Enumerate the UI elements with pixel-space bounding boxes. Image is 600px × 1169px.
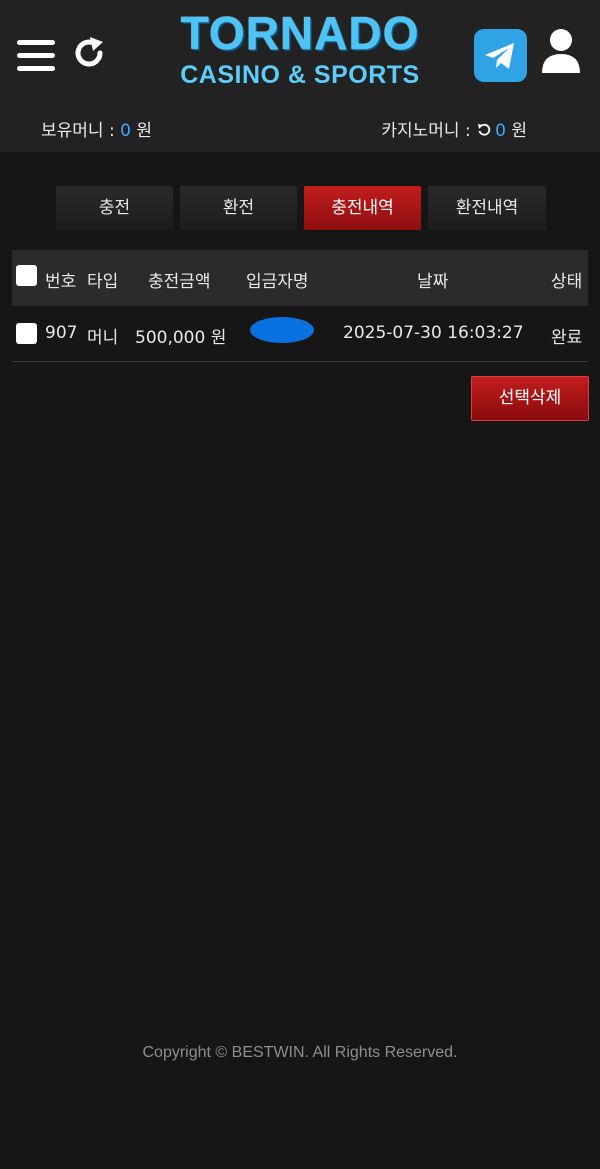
tab-withdraw[interactable]: 환전 (180, 186, 297, 230)
column-date: 날짜 (417, 272, 449, 292)
row-checkbox[interactable] (16, 323, 37, 344)
casino-money: 카지노머니 : 0 원 (381, 116, 527, 141)
row-type: 머니 (87, 328, 119, 348)
column-number: 번호 (45, 272, 77, 292)
column-status: 상태 (551, 272, 583, 292)
held-money-unit: 원 (136, 121, 152, 141)
top-bar: TORNADO CASINO & SPORTS 보유머니 : 0 원 카지노머니… (0, 0, 600, 152)
column-depositor: 입금자명 (246, 272, 309, 292)
row-amount: 500,000 원 (135, 328, 227, 348)
table-header: 번호 타입 충전금액 입금자명 날짜 상태 (12, 250, 588, 306)
row-number: 907 (45, 323, 78, 343)
telegram-icon[interactable] (474, 29, 527, 82)
held-money-value: 0 (120, 121, 131, 141)
held-money-label: 보유머니 : (41, 121, 115, 141)
balance-row: 보유머니 : 0 원 카지노머니 : 0 원 (0, 116, 600, 142)
footer-copyright: Copyright © BESTWIN. All Rights Reserved… (142, 1044, 458, 1061)
select-all-checkbox[interactable] (16, 265, 37, 286)
delete-selected-button[interactable]: 선택삭제 (471, 376, 589, 421)
column-type: 타입 (87, 272, 119, 292)
casino-money-value: 0 (495, 121, 506, 141)
hamburger-icon[interactable] (17, 40, 55, 74)
tab-deposit[interactable]: 충전 (56, 186, 173, 230)
tab-bar: 충전 환전 충전내역 환전내역 (56, 186, 546, 230)
column-amount: 충전금액 (148, 272, 211, 292)
tab-withdraw-history[interactable]: 환전내역 (428, 186, 546, 230)
refresh-icon[interactable] (70, 34, 108, 72)
held-money: 보유머니 : 0 원 (41, 116, 152, 141)
logo-subtitle: CASINO & SPORTS (180, 61, 420, 89)
site-logo[interactable]: TORNADO CASINO & SPORTS (150, 8, 450, 92)
user-icon[interactable] (540, 28, 582, 74)
redacted-depositor-name (250, 317, 314, 343)
logo-title: TORNADO (180, 7, 420, 59)
casino-money-label: 카지노머니 : (381, 121, 471, 141)
table-row: 907 머니 500,000 원 2025-07-30 16:03:27 완료 (12, 306, 588, 362)
tab-deposit-history[interactable]: 충전내역 (304, 186, 421, 230)
casino-money-unit: 원 (511, 121, 527, 141)
row-date: 2025-07-30 16:03:27 (343, 323, 524, 343)
row-status: 완료 (551, 328, 583, 348)
casino-refresh-icon[interactable] (476, 122, 492, 138)
